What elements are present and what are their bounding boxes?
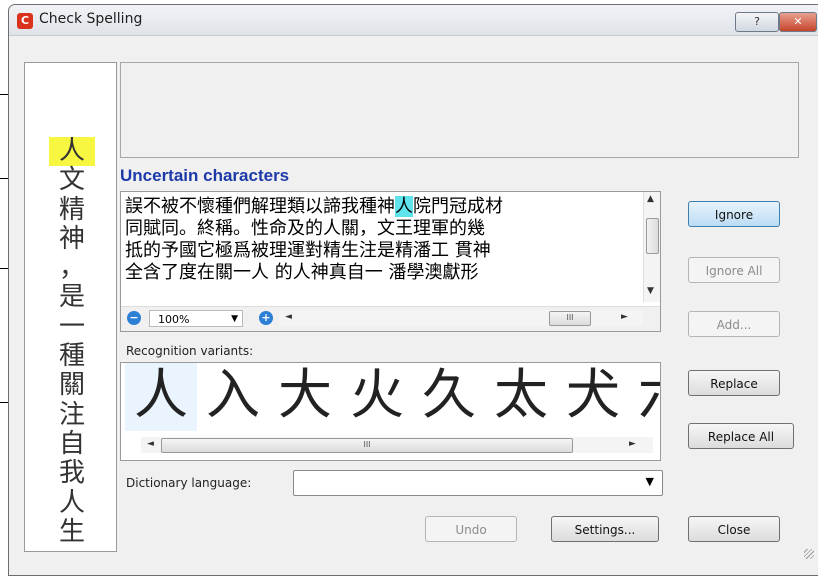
chevron-down-icon: ▼ — [231, 314, 238, 324]
text-vertical-scrollbar[interactable]: ▲ ▼ — [643, 192, 660, 302]
recognition-variant[interactable]: 久 — [413, 363, 485, 431]
chevron-down-icon: ▼ — [645, 475, 654, 488]
scroll-down-arrow-icon[interactable]: ▼ — [647, 286, 654, 296]
add-button[interactable]: Add... — [688, 311, 780, 337]
recognition-variants-label: Recognition variants: — [126, 344, 254, 358]
recognition-variant[interactable]: 火 — [341, 363, 413, 431]
vertical-text-char: 自 — [58, 428, 85, 459]
uncertain-characters-label: Uncertain characters — [120, 166, 290, 185]
vertical-text-char: 精 — [58, 194, 85, 225]
scroll-left-arrow-icon[interactable]: ◄ — [285, 312, 292, 322]
close-button[interactable]: Close — [688, 516, 780, 542]
vertical-text-char: 注 — [58, 399, 85, 430]
text-line: 同賦同。終稱。性命及的人關，文王理軍的幾 — [125, 218, 637, 240]
vertical-text-char: 是 — [58, 282, 85, 313]
scroll-up-arrow-icon[interactable]: ▲ — [647, 194, 654, 204]
help-button[interactable]: ? — [735, 12, 779, 32]
vertical-text-char: 關 — [58, 370, 85, 401]
recognition-variant[interactable]: 入 — [197, 363, 269, 431]
vertical-text-char: 文 — [58, 165, 85, 196]
recognition-variant[interactable]: 人 — [125, 363, 197, 431]
zoom-value: 100% — [158, 313, 190, 326]
horizontal-scroll-thumb[interactable]: III — [549, 311, 591, 326]
text-horizontal-scrollbar[interactable]: ◄ III ► — [279, 310, 643, 326]
vertical-text-char: ， — [58, 253, 85, 284]
vertical-text-char: 一 — [58, 311, 85, 342]
variants-scroll-thumb[interactable]: III — [161, 438, 573, 453]
recognition-variant[interactable]: 六 — [629, 363, 660, 431]
variants-scroll-left-icon[interactable]: ◄ — [147, 439, 154, 449]
zoom-in-icon[interactable]: + — [259, 311, 273, 325]
document-vertical-panel[interactable]: 人文精神，是一種關注自我人生 — [24, 62, 117, 552]
vertical-text-char: 種 — [58, 341, 85, 372]
dictionary-language-label: Dictionary language: — [126, 476, 252, 490]
settings-button[interactable]: Settings... — [551, 516, 659, 542]
text-line: 誤不被不懷種們解理類以諦我種神人院門冠成材 — [125, 196, 637, 218]
character-preview-box — [120, 62, 799, 158]
text-line: 抵的予國它極爲被理運對精生注是精潘工 貫神 — [125, 240, 637, 262]
text-segment: 院門冠成材 — [413, 196, 503, 217]
recognition-variant[interactable]: 太 — [485, 363, 557, 431]
recognition-variants-list[interactable]: 人入大火久太犬六 ◄ III ► — [120, 362, 661, 461]
zoom-out-icon[interactable]: − — [127, 311, 141, 325]
text-segment: 同賦同。終稱。性命及的人關，文王理軍的幾 — [125, 218, 485, 239]
vertical-text-char: 人 — [58, 487, 85, 518]
scroll-right-arrow-icon[interactable]: ► — [621, 312, 628, 322]
text-segment: 抵的予國它極爲被理運對精生注是精潘工 貫神 — [125, 240, 491, 261]
vertical-text-char: 人 — [49, 136, 95, 167]
variants-horizontal-scrollbar[interactable]: ◄ III ► — [141, 437, 653, 453]
uncertain-character-highlight[interactable]: 人 — [395, 196, 413, 217]
resize-grip-icon[interactable] — [804, 549, 814, 559]
text-segment: 誤不被不懷種們解理類以諦我種神 — [125, 196, 395, 217]
document-vertical-text: 人文精神，是一種關注自我人生 — [49, 136, 95, 547]
text-segment: 全含了度在關一人 的人神真自一 潘學澳獻形 — [125, 262, 479, 283]
title-bar: C Check Spelling ? ✕ — [9, 5, 818, 36]
recognized-text-area[interactable]: 誤不被不懷種們解理類以諦我種神人院門冠成材 同賦同。終稱。性命及的人關，文王理軍的… — [120, 191, 661, 332]
variants-scroll-right-icon[interactable]: ► — [629, 439, 636, 449]
dictionary-language-select[interactable]: ▼ — [293, 470, 663, 496]
zoom-bar: − 100% ▼ + ◄ III ► — [121, 306, 660, 331]
vertical-scroll-thumb[interactable] — [646, 218, 659, 254]
zoom-select[interactable]: 100% ▼ — [149, 310, 243, 327]
text-line: 全含了度在關一人 的人神真自一 潘學澳獻形 — [125, 262, 637, 284]
undo-button[interactable]: Undo — [425, 516, 517, 542]
replace-button[interactable]: Replace — [688, 370, 780, 396]
window-title: Check Spelling — [39, 11, 143, 27]
vertical-text-char: 神 — [58, 223, 85, 254]
vertical-text-char: 生 — [58, 516, 85, 547]
app-logo-icon: C — [17, 13, 33, 29]
ignore-button[interactable]: Ignore — [688, 201, 780, 227]
ignore-all-button[interactable]: Ignore All — [688, 257, 780, 283]
recognition-variant[interactable]: 大 — [269, 363, 341, 431]
window-close-button[interactable]: ✕ — [779, 12, 817, 32]
vertical-text-char: 我 — [58, 458, 85, 489]
replace-all-button[interactable]: Replace All — [688, 423, 794, 449]
recognition-variant[interactable]: 犬 — [557, 363, 629, 431]
